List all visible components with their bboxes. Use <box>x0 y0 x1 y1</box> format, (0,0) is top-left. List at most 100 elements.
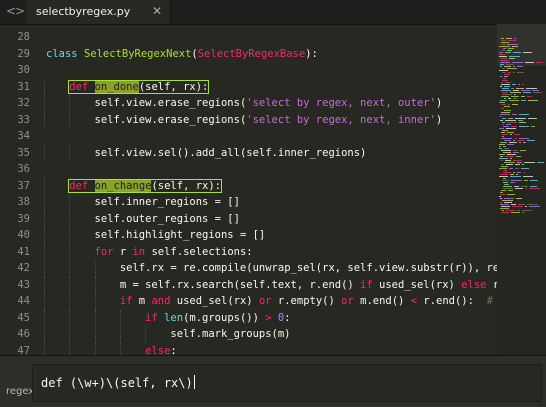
code-token: or <box>258 295 272 307</box>
minimap-line <box>499 102 505 103</box>
minimap-line <box>502 124 504 125</box>
code-token: 'select by regex, next, outer' <box>246 97 436 109</box>
regex-query-value: def (\w+)\(self, rx\) <box>41 376 193 390</box>
code-token: self.view.erase_regions( <box>94 97 247 109</box>
indent-guide <box>44 194 45 211</box>
chevron-right-icon[interactable]: > <box>15 4 25 18</box>
minimap-line <box>512 104 518 105</box>
indent-guide <box>119 309 121 326</box>
minimap-line <box>512 46 518 47</box>
minimap-line <box>501 82 503 83</box>
code-token: self.selections: <box>145 245 253 258</box>
minimap-line <box>507 44 518 45</box>
minimap-line <box>501 42 509 43</box>
minimap-line <box>507 154 516 155</box>
minimap-line <box>501 212 509 213</box>
tab-selectbyregex[interactable]: selectbyregex.py ✕ <box>26 0 171 24</box>
minimap-line <box>503 172 511 173</box>
minimap-line <box>500 120 503 121</box>
minimap-line <box>509 58 515 59</box>
minimap-line <box>510 134 512 135</box>
minimap-line <box>516 88 524 89</box>
minimap-line <box>523 92 531 93</box>
minimap-line <box>504 86 510 87</box>
minimap-line <box>499 128 504 129</box>
indent-guide <box>94 260 96 277</box>
minimap-line <box>500 86 502 87</box>
minimap-line <box>501 132 505 133</box>
code-token: r.empty() <box>271 295 342 307</box>
code-token: (m.groups()) <box>183 311 266 324</box>
minimap-line <box>530 180 538 181</box>
minimap-line <box>526 88 537 89</box>
minimap-line <box>513 98 517 99</box>
minimap-line <box>502 88 509 89</box>
minimap-line <box>502 122 505 123</box>
minimap-line <box>499 54 505 55</box>
minimap-line <box>507 50 512 51</box>
minimap-line <box>509 100 519 101</box>
minimap-line <box>502 130 508 131</box>
minimap-line <box>499 168 507 169</box>
minimap-line <box>523 176 533 177</box>
code-token: # Restrict to selection if it <box>486 295 493 307</box>
minimap[interactable] <box>497 24 546 355</box>
minimap-line <box>501 160 503 161</box>
regex-input[interactable]: def (\w+)\(self, rx\) <box>32 364 542 402</box>
minimap-line <box>500 192 503 193</box>
indent-guide <box>69 111 71 128</box>
indent-guide <box>69 194 71 211</box>
minimap-line <box>501 104 506 105</box>
indent-guide <box>94 309 96 326</box>
minimap-line <box>503 48 506 49</box>
minimap-line <box>507 144 514 145</box>
code-token: def <box>69 179 89 192</box>
code-token: if <box>145 311 158 324</box>
minimap-line <box>523 172 525 173</box>
code-editor[interactable]: 28 29 30 31 32 33 34 35 36 37 38 39 40 41 42 43 44 45 46 47… <box>0 24 546 357</box>
minimap-line <box>528 100 538 101</box>
minimap-line <box>513 160 522 161</box>
code-token: m.end() <box>353 295 411 307</box>
minimap-line <box>504 170 507 171</box>
minimap-line <box>500 114 510 115</box>
minimap-line <box>499 146 501 147</box>
minimap-line <box>517 162 522 163</box>
minimap-line <box>516 174 518 175</box>
line-number: 46 <box>17 328 30 340</box>
code-line: self.rx = re.compile(unwrap_sel(rx, self… <box>120 260 497 277</box>
indent-guide <box>44 144 45 161</box>
minimap-line <box>505 120 516 121</box>
minimap-line <box>518 84 520 85</box>
code-token: and <box>151 295 171 307</box>
minimap-line <box>506 64 514 65</box>
minimap-line <box>504 76 508 77</box>
minimap-line <box>502 92 508 93</box>
minimap-line <box>506 38 512 39</box>
code-token: ): <box>305 47 318 60</box>
minimap-line <box>525 206 527 207</box>
minimap-line <box>508 72 511 73</box>
minimap-line <box>502 68 505 69</box>
code-token: SelectByRegexBase <box>197 47 306 60</box>
line-number: 28 <box>17 31 30 43</box>
minimap-line <box>532 90 539 91</box>
minimap-line <box>501 84 510 85</box>
minimap-line <box>507 132 514 133</box>
minimap-line <box>500 174 508 175</box>
minimap-line <box>517 72 524 73</box>
code-area[interactable]: class SelectByRegexNext(SelectByRegexBas… <box>42 24 497 355</box>
code-line: self.view.erase_regions('select by regex… <box>95 95 443 112</box>
code-token: self.view.sel().add_all(self.inner_regio… <box>94 146 367 159</box>
close-icon[interactable]: ✕ <box>152 4 162 18</box>
minimap-line <box>499 154 505 155</box>
code-line: self.highlight_regions = [] <box>95 227 266 244</box>
minimap-line <box>518 120 523 121</box>
minimap-line <box>519 142 521 143</box>
code-line: class SelectByRegexNext(SelectByRegexBas… <box>46 46 318 63</box>
code-line: self.mark_groups(m) <box>170 326 290 343</box>
minimap-line <box>504 98 506 99</box>
minimap-line <box>515 164 520 165</box>
minimap-line <box>501 190 506 191</box>
